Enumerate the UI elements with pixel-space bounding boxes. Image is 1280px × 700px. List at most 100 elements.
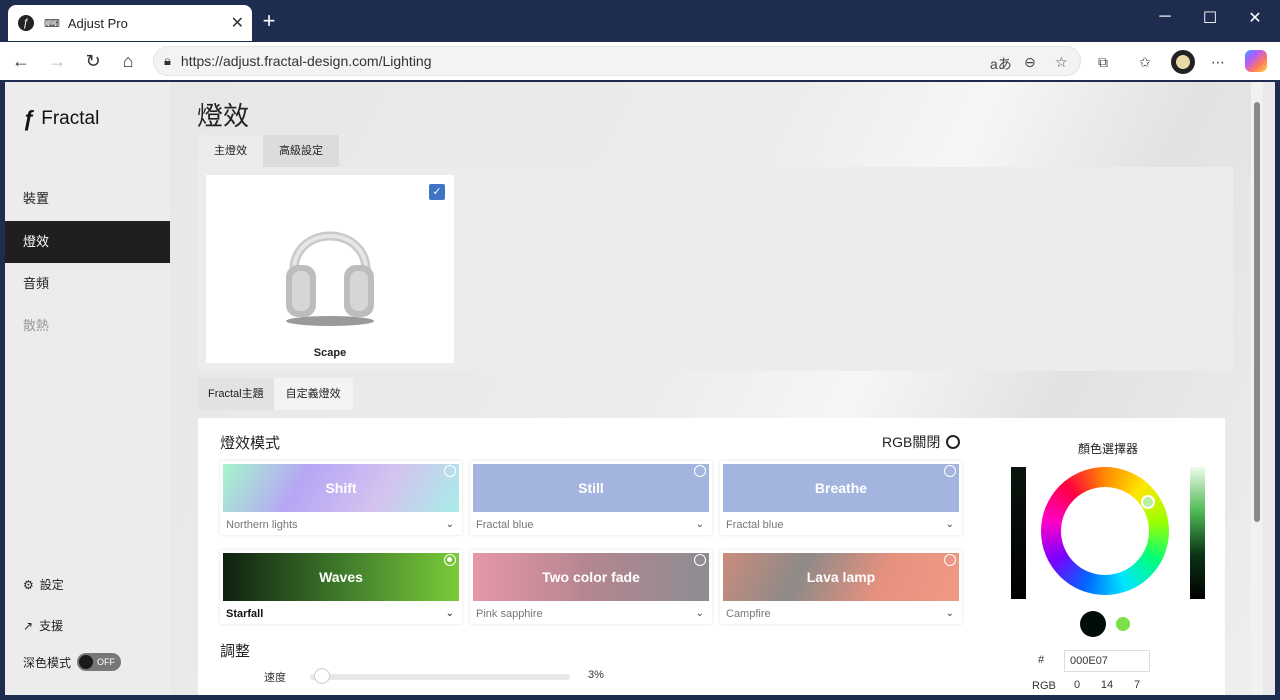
radio-icon[interactable] [694, 465, 706, 477]
preset-label: Starfall [226, 608, 264, 620]
sidebar-item-audio[interactable]: 音頻 [5, 263, 170, 305]
dark-mode-toggle[interactable]: OFF [77, 653, 122, 671]
accent-color-swatch[interactable] [1116, 617, 1130, 631]
settings-link[interactable]: ⚙ 設定 [23, 576, 64, 593]
fractal-favicon-icon: ƒ [18, 15, 34, 31]
preset-label: Fractal blue [476, 519, 534, 531]
mode-preset[interactable]: Northern lights ⌄ [226, 519, 454, 531]
copilot-icon[interactable] [1245, 50, 1267, 72]
mode-preset[interactable]: Fractal blue ⌄ [476, 519, 704, 531]
mode-preset[interactable]: Campfire ⌄ [726, 608, 954, 620]
logo-text: Fractal [41, 108, 100, 129]
mode-card-lava-lamp[interactable]: Lava lamp Campfire ⌄ [720, 550, 962, 624]
rgb-off-option[interactable]: RGB關閉 [882, 432, 961, 452]
gear-icon: ⚙ [23, 577, 34, 592]
brightness-bar[interactable] [1011, 467, 1026, 599]
current-color-swatch [1080, 611, 1106, 637]
mode-title: 燈效模式 [220, 435, 281, 452]
new-tab-button[interactable]: + [258, 8, 280, 34]
radio-selected-icon[interactable] [444, 554, 456, 566]
tab-main-lighting[interactable]: 主燈效 [198, 135, 263, 167]
profile-avatar[interactable] [1171, 50, 1195, 74]
external-link-icon: ↗ [23, 618, 34, 633]
fractal-logo[interactable]: ƒ Fractal [23, 106, 99, 132]
radio-icon[interactable] [944, 465, 956, 477]
browser-tab[interactable]: ƒ ⌨ Adjust Pro ✕ [8, 5, 252, 41]
fractal-logo-icon: ƒ [23, 106, 36, 131]
read-aloud-icon[interactable]: aあ [990, 54, 1012, 74]
dark-mode-row: 深色模式 OFF [23, 653, 122, 671]
sidebar-item-lighting[interactable]: 燈效 [5, 221, 170, 263]
blue-input[interactable]: 7 [1124, 676, 1150, 694]
lighting-panel: 燈效模式 RGB關閉 Shift Northern lights ⌄ Still … [198, 418, 1225, 695]
tab-fractal-themes[interactable]: Fractal主題 [198, 378, 274, 410]
lock-icon[interactable]: 🔒︎ [164, 53, 171, 69]
color-wheel-center [1061, 487, 1149, 575]
scrollbar[interactable] [1251, 82, 1263, 695]
chevron-down-icon: ⌄ [445, 608, 454, 619]
speed-value: 3% [588, 669, 604, 681]
mode-card-two-color-fade[interactable]: Two color fade Pink sapphire ⌄ [470, 550, 712, 624]
settings-label: 設定 [39, 578, 64, 592]
mode-banner: Breathe [723, 464, 959, 512]
mode-name: Lava lamp [806, 569, 876, 585]
radio-icon [946, 435, 961, 449]
mode-preset[interactable]: Pink sapphire ⌄ [476, 608, 704, 620]
back-icon[interactable]: ← [7, 48, 35, 74]
extensions-icon[interactable]: ⧉ [1098, 54, 1108, 71]
sidebar: ƒ Fractal 裝置 燈效 音頻 散熱 ⚙ 設定 ↗ 支援 深色模式 OFF [5, 82, 170, 695]
mode-preset[interactable]: Fractal blue ⌄ [726, 519, 954, 531]
maximize-button[interactable]: ☐ [1195, 8, 1225, 28]
scrollbar-thumb[interactable] [1254, 102, 1260, 522]
speed-slider[interactable] [310, 668, 570, 684]
mode-banner: Two color fade [473, 553, 709, 601]
tab-bar: ƒ ⌨ Adjust Pro ✕ + ─ ☐ ✕ [0, 0, 1280, 42]
color-wheel[interactable] [1041, 467, 1169, 595]
preset-label: Northern lights [226, 519, 298, 531]
lighting-tabs: 主燈效 高級設定 [198, 135, 339, 167]
mode-name: Two color fade [542, 569, 640, 585]
sidebar-item-cooling: 散熱 [23, 318, 50, 333]
radio-icon[interactable] [944, 554, 956, 566]
rgb-off-label: RGB關閉 [882, 434, 941, 450]
red-input[interactable]: 0 [1064, 676, 1090, 694]
radio-icon[interactable] [694, 554, 706, 566]
refresh-icon[interactable]: ↻ [79, 48, 107, 74]
minimize-button[interactable]: ─ [1150, 8, 1180, 26]
mode-name: Waves [319, 569, 363, 585]
favorites-icon[interactable]: ✩ [1139, 54, 1151, 71]
color-wheel-handle[interactable] [1141, 495, 1155, 509]
mode-card-waves[interactable]: Waves Starfall ⌄ [220, 550, 462, 624]
green-input[interactable]: 14 [1094, 676, 1120, 694]
device-card[interactable]: ✓ Scape [206, 175, 454, 363]
mode-name: Breathe [814, 480, 868, 496]
close-window-button[interactable]: ✕ [1240, 8, 1270, 28]
hex-input[interactable]: 000E07 [1064, 650, 1150, 672]
toggle-knob [79, 655, 94, 669]
device-panel: ✓ Scape [198, 167, 1233, 371]
address-bar[interactable]: 🔒︎ https://adjust.fractal-design.com/Lig… [153, 46, 1081, 76]
tab-custom-lighting[interactable]: 自定義燈效 [273, 378, 353, 410]
color-picker-title: 顏色選擇器 [1078, 442, 1139, 456]
zoom-out-icon[interactable]: ⊖ [1024, 54, 1036, 71]
shade-bar[interactable] [1190, 467, 1205, 599]
favorite-star-icon[interactable]: ☆ [1055, 54, 1068, 71]
forward-icon[interactable]: → [43, 48, 71, 74]
home-icon[interactable]: ⌂ [114, 48, 142, 74]
more-menu-icon[interactable]: ⋯ [1211, 54, 1225, 71]
browser-window: ƒ ⌨ Adjust Pro ✕ + ─ ☐ ✕ ← → ↻ ⌂ 🔒︎ http… [0, 0, 1280, 700]
slider-handle[interactable] [313, 668, 330, 684]
mode-banner: Still [473, 464, 709, 512]
mode-card-still[interactable]: Still Fractal blue ⌄ [470, 461, 712, 535]
mode-card-breathe[interactable]: Breathe Fractal blue ⌄ [720, 461, 962, 535]
radio-icon[interactable] [444, 465, 456, 477]
browser-toolbar: ← → ↻ ⌂ 🔒︎ https://adjust.fractal-design… [0, 42, 1280, 80]
keyboard-icon: ⌨ [44, 17, 60, 30]
sidebar-item-devices[interactable]: 裝置 [5, 178, 170, 220]
main-area: 燈效 主燈效 高級設定 ✓ Scape Fractal主題 自定義燈效 燈效模式… [170, 82, 1263, 695]
tab-close-icon[interactable]: ✕ [231, 13, 244, 33]
support-link[interactable]: ↗ 支援 [23, 617, 63, 634]
mode-preset[interactable]: Starfall ⌄ [226, 608, 454, 620]
mode-card-shift[interactable]: Shift Northern lights ⌄ [220, 461, 462, 535]
tab-advanced-settings[interactable]: 高級設定 [263, 135, 339, 167]
